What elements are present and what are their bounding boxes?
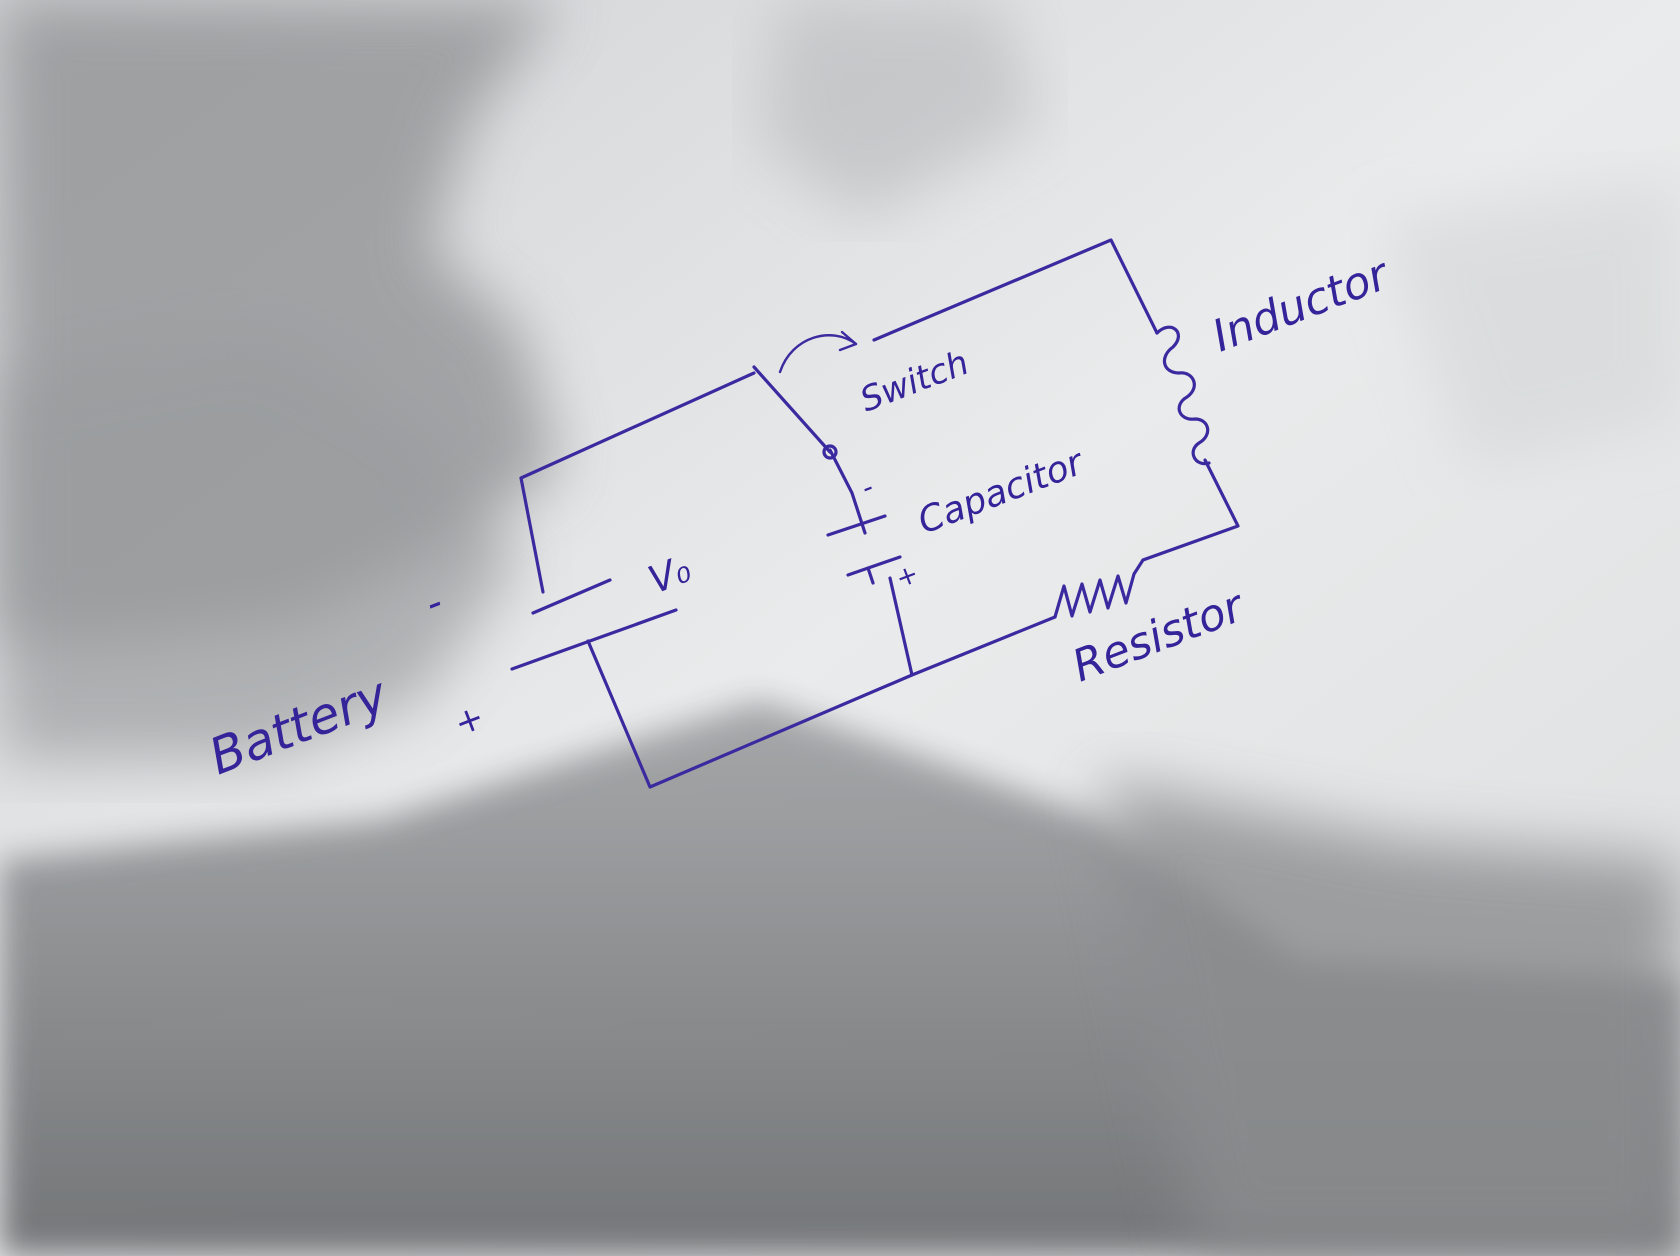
circuit-sketch-photo: Battery - + V₀ Switch - Capacitor + Indu… <box>0 0 1680 1256</box>
